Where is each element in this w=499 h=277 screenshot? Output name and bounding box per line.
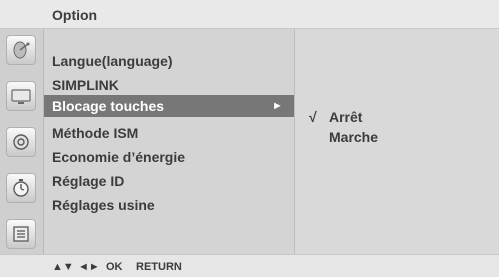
menu-title: Option [52, 7, 98, 23]
osd-menu: Option Langue(language) SIMPLINK Blocage… [0, 0, 499, 277]
menu-item-langue[interactable]: Langue(language) [44, 50, 294, 72]
category-icon-column [0, 29, 44, 254]
navigation-hint-bar: ▲▼ ◄► OK RETURN [0, 254, 499, 277]
ok-hint: OK [106, 261, 123, 273]
menu-item-reglage-id[interactable]: Réglage ID [44, 170, 294, 192]
clock-icon[interactable] [6, 173, 36, 203]
submenu-arrow-icon: ► [272, 100, 283, 112]
menu-item-label: Blocage touches [52, 98, 165, 114]
menu-item-reglages-usine[interactable]: Réglages usine [44, 194, 294, 216]
submenu-option-marche[interactable]: Marche [309, 129, 378, 145]
up-down-arrows-icon: ▲▼ [52, 261, 74, 273]
left-right-arrows-icon: ◄► [78, 261, 100, 273]
menu-item-label: Réglage ID [52, 173, 125, 189]
menu-item-label: SIMPLINK [52, 77, 119, 93]
satellite-dish-icon[interactable] [6, 35, 36, 65]
checkmark-icon: √ [309, 109, 317, 125]
menu-item-label: Langue(language) [52, 53, 173, 69]
return-hint: RETURN [136, 261, 182, 273]
option-menu-icon[interactable] [6, 219, 36, 249]
submenu-panel: √ Arrêt Marche [295, 29, 499, 254]
menu-item-label: Méthode ISM [52, 125, 139, 141]
speaker-icon[interactable] [6, 127, 36, 157]
submenu-option-label: Marche [329, 129, 379, 145]
submenu-option-arret[interactable]: √ Arrêt [309, 109, 362, 125]
option-menu-list: Langue(language) SIMPLINK Blocage touche… [44, 29, 295, 254]
menu-item-economie-energie[interactable]: Economie d’énergie [44, 146, 294, 168]
menu-item-blocage-touches[interactable]: Blocage touches ► [44, 95, 294, 117]
tv-screen-icon[interactable] [6, 81, 36, 111]
menu-item-methode-ism[interactable]: Méthode ISM [44, 122, 294, 144]
menu-item-simplink[interactable]: SIMPLINK [44, 74, 294, 96]
menu-item-label: Economie d’énergie [52, 149, 186, 165]
title-bar: Option [0, 0, 499, 29]
submenu-option-label: Arrêt [329, 109, 363, 125]
menu-item-label: Réglages usine [52, 197, 155, 213]
